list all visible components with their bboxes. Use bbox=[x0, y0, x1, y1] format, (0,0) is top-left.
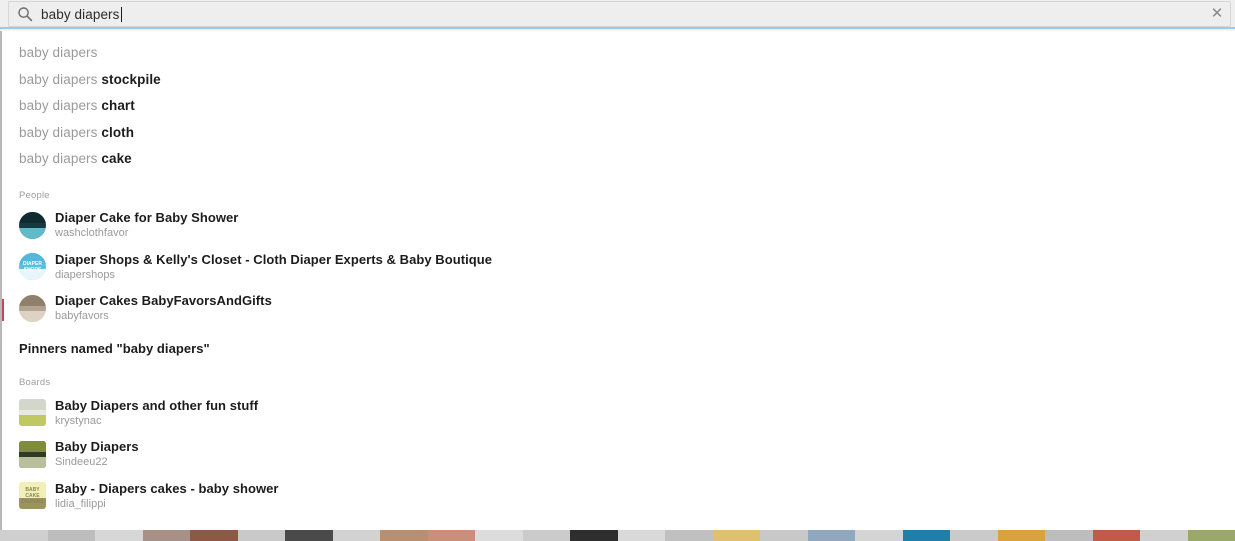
pinners-named-heading[interactable]: Pinners named "baby diapers" bbox=[2, 335, 1235, 363]
suggestion-base-text: baby diapers bbox=[19, 151, 102, 166]
people-result-row[interactable]: Diaper Cake for Baby Shower washclothfavo… bbox=[2, 205, 1235, 247]
result-username: diapershops bbox=[55, 268, 115, 281]
avatar-diapershops: DIAPER SHOPS bbox=[19, 253, 46, 281]
suggestion-base-text: baby diapers bbox=[19, 124, 102, 140]
thumbnail-label: BABY CAKE DIAPERS bbox=[21, 486, 44, 505]
scroll-position-marker bbox=[2, 299, 4, 321]
people-result-list: Diaper Cake for Baby Shower washclothfavo… bbox=[2, 205, 1235, 330]
boards-called-heading[interactable]: Boards called "baby diapers" bbox=[2, 525, 1235, 531]
suggestion-item[interactable]: baby diapers bbox=[2, 40, 1235, 67]
suggestion-base-text: baby diapers bbox=[19, 45, 98, 60]
result-text-block: Baby - Diapers cakes - baby shower lidia_… bbox=[55, 481, 279, 511]
section-label-boards: Boards bbox=[19, 377, 51, 388]
search-icon bbox=[18, 7, 33, 22]
result-title: Diaper Cakes BabyFavorsAndGifts bbox=[55, 293, 272, 309]
result-text-block: Diaper Cakes BabyFavorsAndGifts babyfavor… bbox=[55, 293, 272, 323]
suggestion-item[interactable]: baby diapers cake bbox=[2, 146, 1235, 173]
result-username: lidia_filippi bbox=[55, 497, 106, 510]
result-text-block: Diaper Shops & Kelly's Closet - Cloth Di… bbox=[55, 252, 492, 282]
search-value-wrap: baby diapers bbox=[41, 6, 1206, 22]
search-input-field[interactable]: baby diapers ✕ bbox=[8, 1, 1231, 27]
people-result-row[interactable]: Diaper Cakes BabyFavorsAndGifts babyfavor… bbox=[2, 288, 1235, 330]
thumbnail-band bbox=[19, 399, 46, 411]
result-username: Sindeeu22 bbox=[55, 456, 108, 469]
board-result-row[interactable]: BABY CAKE DIAPERS Baby - Diapers cakes - … bbox=[2, 475, 1235, 517]
thumbnail-band bbox=[19, 294, 46, 306]
search-bar: baby diapers ✕ bbox=[0, 0, 1235, 29]
suggestion-item[interactable]: baby diapers cloth bbox=[2, 120, 1235, 147]
suggestion-base-text: baby diapers bbox=[19, 71, 102, 87]
thumbnail-band bbox=[19, 211, 46, 223]
thumbnail-label: DIAPER SHOPS bbox=[23, 260, 42, 273]
suggestion-item[interactable]: baby diapers chart bbox=[2, 93, 1235, 120]
suggestion-completion-text: stockpile bbox=[101, 71, 161, 87]
board-result-row[interactable]: Baby Diapers and other fun stuff krystyna… bbox=[2, 392, 1235, 434]
thumbnail-accent-band bbox=[19, 415, 46, 427]
result-text-block: Baby Diapers and other fun stuff krystyna… bbox=[55, 398, 258, 428]
result-username: washclothfavor bbox=[55, 227, 129, 240]
result-text-block: Baby Diapers Sindeeu22 bbox=[55, 439, 139, 469]
suggestion-completion-text: cake bbox=[101, 151, 132, 166]
avatar-washclothfavor bbox=[19, 211, 46, 239]
search-focus-underline bbox=[0, 27, 1235, 29]
result-text-block: Diaper Cake for Baby Shower washclothfavo… bbox=[55, 210, 238, 240]
section-label-people: People bbox=[19, 189, 50, 201]
result-title: Baby Diapers and other fun stuff bbox=[55, 397, 259, 413]
result-username: babyfavors bbox=[55, 310, 109, 323]
clear-search-button[interactable]: ✕ bbox=[1206, 3, 1228, 25]
query-suggestion-list: baby diapers baby diapers stockpile baby d… bbox=[2, 31, 1235, 173]
thumbnail-accent-band bbox=[19, 456, 46, 468]
suggestion-completion-text: chart bbox=[101, 98, 135, 113]
board-thumb-krystynac bbox=[19, 399, 46, 427]
people-result-row[interactable]: DIAPER SHOPS Diaper Shops & Kelly's Close… bbox=[2, 246, 1235, 288]
board-thumb-sindeeu22 bbox=[19, 440, 46, 468]
suggestion-item[interactable]: baby diapers stockpile bbox=[2, 67, 1235, 94]
thumbnail-accent-band bbox=[19, 227, 46, 239]
result-title: Baby Diapers bbox=[55, 439, 139, 455]
thumbnail-accent-band bbox=[19, 310, 46, 322]
text-cursor bbox=[120, 6, 122, 22]
result-title: Diaper Cake for Baby Shower bbox=[55, 210, 239, 226]
result-title: Baby - Diapers cakes - baby shower bbox=[55, 480, 279, 496]
board-thumb-lidia-filippi: BABY CAKE DIAPERS bbox=[19, 482, 46, 510]
suggestion-completion-text: cloth bbox=[101, 124, 135, 140]
result-title: Diaper Shops & Kelly's Closet - Cloth Di… bbox=[55, 251, 493, 267]
thumbnail-band bbox=[19, 440, 46, 452]
suggestion-base-text: baby diapers bbox=[19, 98, 102, 113]
search-query-text: baby diapers bbox=[41, 6, 120, 22]
board-result-row[interactable]: Baby Diapers Sindeeu22 bbox=[2, 434, 1235, 476]
search-autocomplete-dropdown: baby diapers baby diapers stockpile baby d… bbox=[0, 31, 1235, 530]
result-username: krystynac bbox=[55, 414, 102, 427]
boards-result-list: Baby Diapers and other fun stuff krystyna… bbox=[2, 392, 1235, 517]
avatar-babyfavors bbox=[19, 294, 46, 322]
